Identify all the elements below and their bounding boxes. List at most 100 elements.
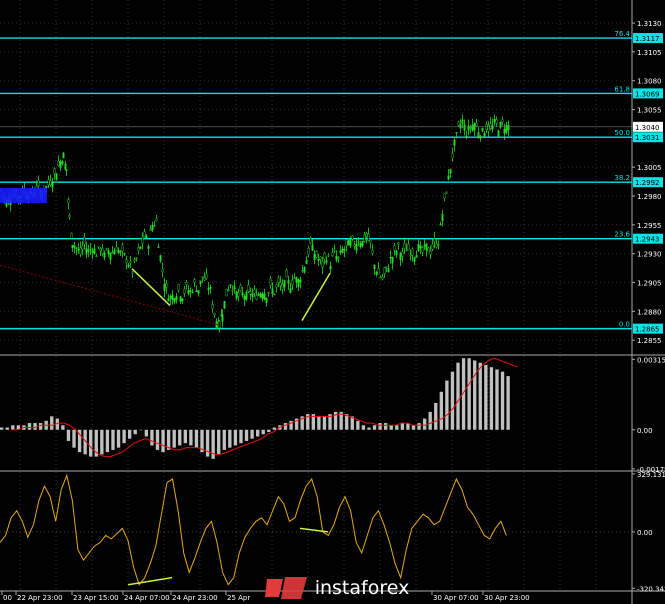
candle-body bbox=[341, 248, 344, 253]
macd-histogram-bar bbox=[61, 425, 65, 430]
fibo-level-ratio: 61.8 bbox=[614, 85, 630, 93]
candle-body bbox=[457, 121, 460, 126]
candle-body bbox=[163, 283, 166, 291]
candle-body bbox=[129, 261, 132, 264]
macd-histogram-bar bbox=[428, 411, 432, 430]
macd-histogram-bar bbox=[222, 429, 226, 450]
price-tick-label: 1.3005 bbox=[637, 164, 662, 172]
candle-body bbox=[103, 252, 106, 258]
candle-body bbox=[201, 276, 204, 278]
candle-body bbox=[133, 259, 136, 262]
candle-body bbox=[387, 268, 390, 273]
candle-body bbox=[353, 244, 356, 247]
candle-body bbox=[429, 250, 432, 255]
candle-body bbox=[131, 271, 134, 274]
candle-body bbox=[101, 247, 104, 254]
candle-body bbox=[411, 248, 414, 256]
macd-histogram-bar bbox=[283, 423, 288, 430]
candle-body bbox=[347, 240, 350, 246]
macd-histogram-bar bbox=[439, 391, 443, 430]
candle-body bbox=[297, 279, 300, 287]
candle-body bbox=[205, 273, 208, 279]
candle-body bbox=[301, 270, 304, 272]
price-tick-label: 1.2855 bbox=[637, 337, 662, 345]
candle-body bbox=[445, 191, 448, 194]
candle-body bbox=[203, 277, 206, 281]
macd-histogram-bar bbox=[473, 360, 477, 430]
macd-histogram-bar bbox=[105, 429, 110, 453]
fibo-level-ratio: 50.0 bbox=[614, 129, 630, 137]
watermark-text: instaforex bbox=[314, 576, 410, 599]
fibo-price-label: 1.2992 bbox=[635, 179, 660, 187]
candle-body bbox=[299, 279, 302, 283]
candle-body bbox=[319, 256, 322, 260]
panel-dividers bbox=[0, 0, 665, 604]
candle-body bbox=[149, 228, 152, 231]
macd-histogram-bar bbox=[128, 429, 132, 439]
candle-body bbox=[259, 293, 262, 298]
candle-body bbox=[185, 282, 188, 285]
candle-body bbox=[499, 121, 502, 128]
candle-body bbox=[255, 295, 258, 300]
candle-body bbox=[37, 180, 40, 186]
candle-body bbox=[455, 132, 458, 134]
candle-body bbox=[85, 248, 88, 255]
macd-histogram-bar bbox=[434, 402, 438, 430]
candle-body bbox=[71, 244, 74, 248]
candle-body bbox=[329, 266, 332, 270]
macd-histogram-bar bbox=[445, 380, 449, 430]
candle-body bbox=[53, 168, 56, 174]
candle-body bbox=[199, 280, 202, 284]
price-series bbox=[0, 114, 510, 333]
fibo-price-label: 1.2943 bbox=[635, 236, 660, 244]
macd-histogram-bar bbox=[495, 369, 499, 430]
candle-body bbox=[395, 250, 398, 256]
candle-body bbox=[333, 250, 336, 252]
candle-body bbox=[221, 314, 224, 322]
macd-histogram-bar bbox=[5, 427, 9, 430]
macd-histogram-bar bbox=[422, 418, 427, 430]
candle-body bbox=[135, 257, 138, 260]
candle-body bbox=[489, 123, 492, 129]
candle-body bbox=[157, 246, 160, 248]
candle-body bbox=[117, 249, 120, 254]
macd-histogram-bar bbox=[356, 420, 360, 430]
candle-body bbox=[335, 255, 338, 261]
candle-body bbox=[481, 128, 484, 132]
trendline bbox=[0, 264, 221, 326]
candle-body bbox=[389, 257, 392, 259]
macd-histogram-bar bbox=[38, 423, 43, 430]
candle-body bbox=[453, 139, 456, 146]
candle-body bbox=[62, 152, 65, 159]
candle-body bbox=[415, 255, 418, 258]
time-tick-label: 22 Apr 23:00 bbox=[17, 594, 63, 602]
oscillator-divergence-line bbox=[299, 527, 329, 533]
candle-body bbox=[239, 285, 242, 292]
macd-histogram-bar bbox=[139, 429, 143, 431]
candle-body bbox=[51, 182, 54, 188]
fibo-price-label: 1.3069 bbox=[635, 90, 660, 98]
candle-body bbox=[161, 269, 164, 272]
candle-body bbox=[267, 292, 270, 294]
candle-body bbox=[169, 296, 172, 299]
macd-histogram-bar bbox=[155, 429, 160, 450]
candle-body bbox=[423, 244, 426, 247]
macd-histogram-bar bbox=[272, 427, 277, 430]
candle-body bbox=[287, 280, 290, 284]
macd-histogram-bar bbox=[189, 429, 193, 446]
candle-body bbox=[477, 132, 480, 138]
candle-body bbox=[231, 289, 234, 292]
macd-histogram-bar bbox=[194, 429, 199, 448]
candle-body bbox=[367, 233, 370, 241]
candle-body bbox=[251, 293, 254, 298]
macd-histogram-bar bbox=[172, 429, 176, 448]
candle-body bbox=[483, 133, 486, 138]
candle-body bbox=[343, 248, 346, 251]
candle-body bbox=[151, 224, 154, 231]
candle-body bbox=[218, 321, 221, 328]
candle-body bbox=[327, 254, 330, 257]
candle-body bbox=[75, 247, 78, 249]
candle-body bbox=[357, 241, 360, 243]
candle-body bbox=[291, 279, 294, 286]
candle-body bbox=[363, 234, 366, 242]
